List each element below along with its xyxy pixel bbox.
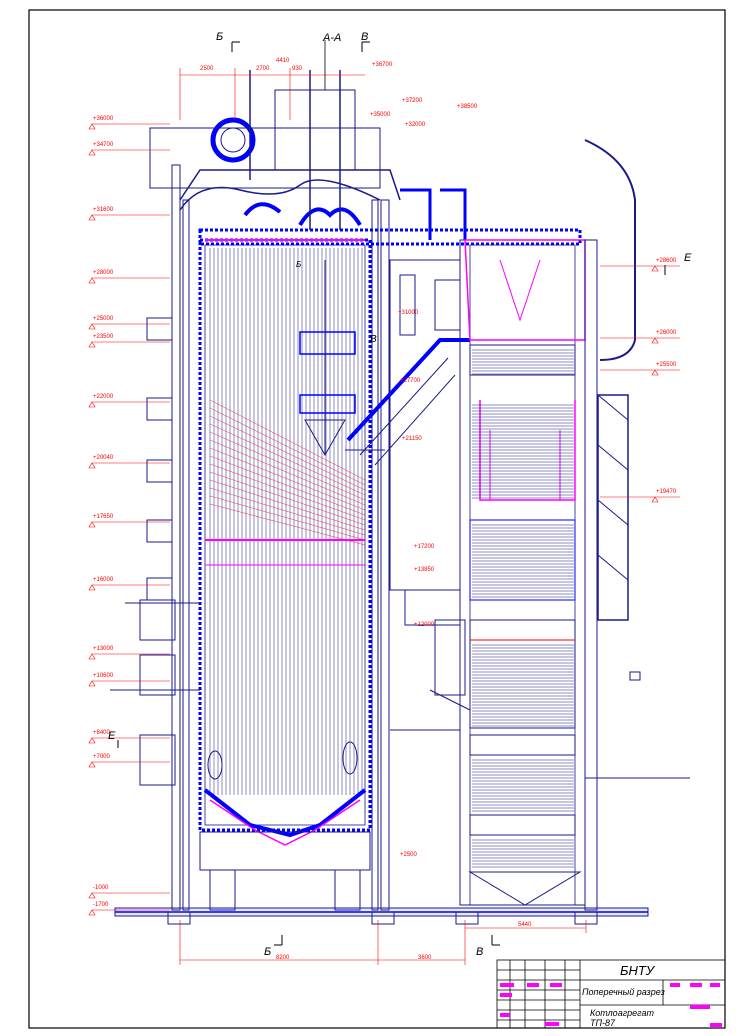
elevation-mark: +25000 [93,316,114,322]
title-block-title: Поперечный разрез [582,987,665,997]
elevation-mark: +23500 [93,334,114,340]
elevation-mark: +38500 [457,104,478,110]
section-b-bottom-label: Б [264,946,272,958]
model-line-1: Котлоагрегат [590,1008,654,1018]
elevation-mark: +27700 [400,378,421,384]
elevation-mark: +34700 [93,142,114,148]
dimension-label: 2500 [200,66,214,72]
elevation-mark: +36000 [93,116,114,122]
elevation-mark: +22000 [93,394,114,400]
left-platforms [110,317,200,786]
elevation-mark: +35000 [370,112,391,118]
elevation-mark: +37200 [402,98,423,104]
section-v-top-label: В [361,31,369,43]
section-aa-label: А-А [323,32,342,44]
furnace-shaft [167,164,395,925]
elevation-mark: +26000 [656,330,677,336]
elevation-mark: +25500 [656,362,677,368]
dimension-label: 930 [292,66,303,72]
elevation-mark: +32000 [405,122,426,128]
dimension-label: 5440 [518,922,532,928]
elevation-mark: +10600 [93,673,114,679]
elevation-mark: +21150 [402,436,422,442]
elevation-mark: -1000 [93,885,109,891]
top-pipework [149,40,582,246]
dimension-label: 4410 [276,58,290,64]
elevation-mark: +31000 [398,310,419,316]
elevation-mark: +19470 [656,489,677,495]
center-structure [389,259,471,731]
dimension-label: 3600 [418,955,432,961]
elevation-mark: +12000 [414,622,435,628]
title-block-model: Котлоагрегат ТП-87 [590,1008,654,1028]
elevation-mark: +31600 [93,207,114,213]
elevation-mark: +36700 [372,62,393,68]
elevation-mark: +20040 [93,455,114,461]
section-v-bottom-label: В [476,946,484,958]
model-line-2: ТП-87 [590,1018,616,1028]
convective-shaft [455,139,690,925]
elevation-mark: +13850 [414,567,435,573]
elevation-mark: +8400 [93,730,110,736]
dimension-label: 2700 [256,66,270,72]
elevation-mark: -1700 [93,902,109,908]
elevation-mark: +2500 [400,852,417,858]
elevation-mark: +7000 [93,754,110,760]
section-b-mid-label: Б [296,260,302,269]
section-b-top-label: Б [216,31,224,43]
section-e-right-label: Е [684,252,692,264]
elevation-mark: +16000 [93,577,114,583]
title-block-org: БНТУ [620,963,655,978]
section-v-mid-label: В [370,334,377,345]
elevation-mark: +17200 [414,544,435,550]
elevation-mark: +28000 [93,270,114,276]
elevation-mark: +13000 [93,646,114,652]
dimension-label: 8200 [276,955,290,961]
elevation-mark: +28600 [656,258,677,264]
elevation-mark: +17650 [93,514,114,520]
gas-duct [345,338,470,466]
